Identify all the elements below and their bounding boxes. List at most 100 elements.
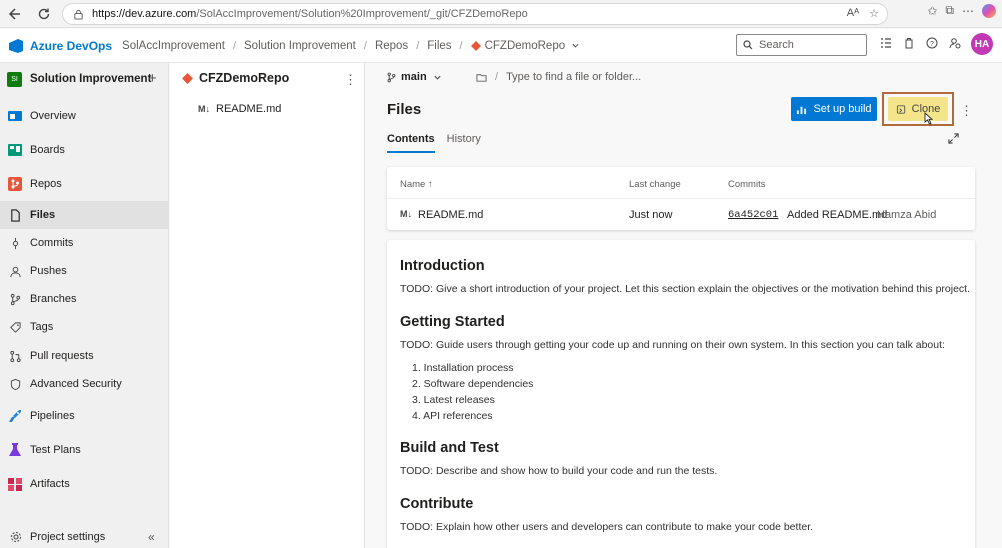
breadcrumb-repo[interactable]: CFZDemoRepo [485, 40, 566, 52]
tab-history[interactable]: History [447, 133, 481, 153]
commit-hash-link[interactable]: 6a452c01 [728, 209, 778, 221]
shield-icon [8, 377, 22, 391]
project-name: Solution Improvement [30, 73, 152, 85]
ado-header: Azure DevOps SolAccImprovement / Solutio… [0, 29, 1002, 63]
breadcrumb-files[interactable]: Files [427, 40, 451, 52]
repo-git-icon [470, 40, 481, 51]
branch-name: main [401, 71, 427, 83]
nav-item-overview[interactable]: Overview [0, 102, 169, 130]
column-header-name[interactable]: Name ↑ [400, 179, 433, 190]
build-icon [796, 104, 807, 115]
nav-item-branches[interactable]: Branches [0, 285, 169, 313]
content-tabs: Contents History [387, 133, 481, 153]
nav-item-commits[interactable]: Commits [0, 229, 169, 257]
more-options-icon[interactable]: ⋮ [344, 72, 357, 88]
tags-icon [8, 320, 22, 334]
readme-paragraph-build-test: TODO: Describe and show how to build you… [400, 465, 718, 477]
branches-icon [8, 292, 22, 306]
breadcrumb-org[interactable]: SolAccImprovement [122, 40, 225, 52]
nav-item-boards[interactable]: Boards [0, 136, 169, 164]
column-header-last-change: Last change [629, 179, 681, 190]
tree-item-readme[interactable]: M↓ README.md [198, 103, 281, 115]
favorite-star-icon[interactable]: ☆ [869, 7, 879, 20]
brand-name[interactable]: Azure DevOps [30, 39, 112, 53]
file-name-link[interactable]: README.md [418, 209, 483, 221]
column-header-commits: Commits [728, 179, 766, 190]
branch-selector[interactable]: main [386, 71, 442, 83]
branch-icon [386, 72, 397, 83]
read-aloud-icon[interactable]: Aᴬ [847, 7, 859, 20]
avatar[interactable]: HA [971, 33, 993, 55]
nav-item-test-plans[interactable]: Test Plans [0, 436, 169, 464]
artifacts-icon [6, 475, 24, 493]
setup-build-button[interactable]: Set up build [791, 97, 877, 121]
overview-icon [6, 107, 24, 125]
browser-toolbar: https://dev.azure.com/SolAccImprovement/… [0, 0, 1002, 28]
search-input[interactable]: Search [736, 34, 867, 56]
repo-tree-header[interactable]: CFZDemoRepo [182, 71, 289, 85]
tab-contents[interactable]: Contents [387, 133, 435, 153]
markdown-file-icon: M↓ [198, 104, 210, 114]
expand-icon[interactable] [948, 133, 959, 144]
project-header[interactable]: SI Solution Improvement [0, 63, 168, 95]
repos-icon [6, 175, 24, 193]
nav-item-pipelines[interactable]: Pipelines [0, 402, 169, 430]
breadcrumb-repos[interactable]: Repos [375, 40, 408, 52]
commit-author: Hamza Abid [877, 209, 937, 221]
url-path: /SolAccImprovement/Solution%20Improvemen… [196, 8, 528, 20]
work-items-icon[interactable] [880, 37, 892, 49]
breadcrumb: SolAccImprovement / Solution Improvement… [122, 40, 580, 52]
readme-heading-getting-started: Getting Started [400, 314, 505, 330]
left-navigation: SI Solution Improvement + Overview Board… [0, 63, 169, 548]
clone-icon [896, 104, 907, 115]
azure-devops-logo-icon[interactable] [8, 38, 24, 54]
marketplace-icon[interactable] [903, 37, 915, 49]
boards-icon [6, 141, 24, 159]
refresh-icon[interactable] [33, 3, 55, 25]
nav-item-files[interactable]: Files [0, 201, 169, 229]
favorites-icon[interactable]: ✩ [927, 4, 937, 18]
copilot-icon[interactable] [982, 3, 996, 18]
nav-item-repos[interactable]: Repos [0, 170, 169, 198]
nav-item-pushes[interactable]: Pushes [0, 257, 169, 285]
folder-icon [476, 72, 487, 83]
more-actions-icon[interactable]: ⋮ [960, 103, 973, 119]
address-bar[interactable]: https://dev.azure.com/SolAccImprovement/… [62, 3, 888, 25]
path-search-input[interactable]: Type to find a file or folder... [506, 71, 641, 83]
clone-button[interactable]: Clone [888, 97, 948, 121]
markdown-file-icon: M↓ [400, 209, 412, 219]
pull-requests-icon [8, 349, 22, 363]
browser-menu-icon[interactable]: ⋯ [962, 4, 974, 18]
list-item: 4. API references [412, 410, 493, 422]
svg-text:?: ? [930, 41, 934, 48]
chevron-down-icon [433, 73, 442, 82]
nav-item-pull-requests[interactable]: Pull requests [0, 342, 169, 370]
project-settings[interactable]: Project settings « [0, 525, 169, 548]
readme-preview: Introduction TODO: Give a short introduc… [387, 240, 975, 548]
chevron-down-icon[interactable] [571, 41, 580, 50]
repo-tree-panel: CFZDemoRepo ⋮ M↓ README.md [170, 63, 365, 548]
commit-message: Added README.md [787, 209, 888, 221]
nav-item-tags[interactable]: Tags [0, 313, 169, 341]
collapse-nav-icon[interactable]: « [148, 530, 155, 544]
table-row[interactable]: M↓ README.md Just now 6a452c01 Added REA… [387, 198, 975, 230]
readme-heading-introduction: Introduction [400, 258, 485, 274]
repo-name: CFZDemoRepo [199, 71, 290, 85]
breadcrumb-project[interactable]: Solution Improvement [244, 40, 356, 52]
gear-icon [10, 531, 22, 543]
url-host: https://dev.azure.com [92, 8, 197, 20]
path-bar[interactable]: / Type to find a file or folder... [476, 71, 641, 83]
nav-item-artifacts[interactable]: Artifacts [0, 470, 169, 498]
add-icon[interactable]: + [148, 70, 157, 87]
collections-icon[interactable]: ⧉ [945, 3, 954, 18]
lock-icon [73, 9, 84, 20]
readme-heading-build-test: Build and Test [400, 440, 499, 456]
project-settings-label: Project settings [30, 530, 106, 543]
files-icon [8, 208, 22, 222]
search-placeholder: Search [759, 39, 794, 51]
help-icon[interactable]: ? [926, 37, 938, 49]
back-icon[interactable] [4, 3, 26, 25]
user-settings-icon[interactable] [949, 37, 961, 49]
pipelines-icon [6, 407, 24, 425]
nav-item-advanced-security[interactable]: Advanced Security [0, 370, 169, 398]
